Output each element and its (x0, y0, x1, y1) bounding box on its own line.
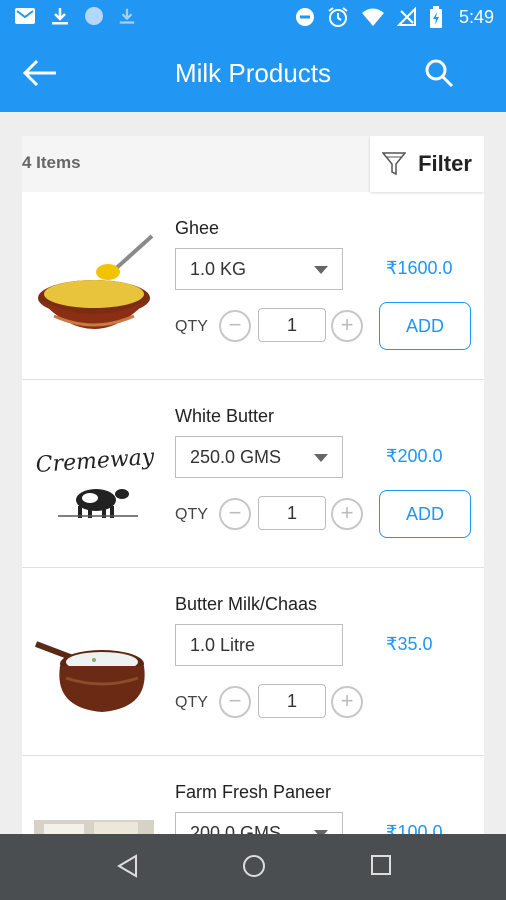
variant-field: 1.0 Litre (175, 624, 343, 666)
cremeway-logo-image: Cremeway (35, 445, 154, 518)
product-price: ₹200.0 (386, 446, 443, 466)
brand-logo-text: Cremeway (35, 445, 154, 478)
filter-funnel-icon (382, 152, 407, 176)
variant-dropdown[interactable]: 250.0 GMS (175, 436, 343, 478)
product-card-white-butter: Cremeway White Butter 250.0 GMS ₹200.0 Q… (22, 380, 484, 568)
qty-label: QTY (175, 694, 208, 711)
home-circle-icon[interactable] (242, 854, 266, 878)
variant-dropdown[interactable]: 200.0 GMS (175, 812, 343, 834)
decrement-button[interactable]: − (219, 310, 251, 342)
battery-icon (429, 6, 442, 28)
circle-icon (85, 7, 103, 25)
chaas-pot-image (34, 641, 145, 712)
paneer-image (34, 820, 154, 834)
variant-dropdown[interactable]: 1.0 KG (175, 248, 343, 290)
chevron-down-icon (314, 266, 328, 274)
product-price: ₹1600.0 (386, 258, 453, 278)
product-card-ghee: Ghee 1.0 KG ₹1600.0 QTY − 1 + ADD (22, 192, 484, 380)
filter-label: Filter (418, 151, 472, 176)
ghee-bowl-image (38, 234, 154, 329)
download-icon (52, 8, 68, 25)
product-list-panel: 4 Items Filter Ghee 1.0 KG ₹1600.0 QTY −… (22, 136, 484, 834)
product-card-butter-milk: Butter Milk/Chaas 1.0 Litre ₹35.0 QTY − … (22, 568, 484, 756)
no-signal-icon (396, 7, 416, 26)
items-count: 4 Items (22, 153, 81, 172)
variant-value: 1.0 Litre (190, 635, 256, 655)
gmail-icon (15, 8, 35, 24)
variant-value: 200.0 GMS (190, 823, 282, 834)
status-bar: 5:49 (0, 0, 506, 34)
decrement-button[interactable]: − (219, 686, 251, 718)
variant-value: 250.0 GMS (190, 447, 282, 467)
list-toolbar: 4 Items Filter (22, 136, 484, 192)
search-icon[interactable] (424, 58, 454, 88)
quantity-input[interactable]: 1 (258, 308, 326, 342)
status-time: 5:49 (458, 6, 494, 27)
product-name: Farm Fresh Paneer (175, 782, 332, 802)
chevron-down-icon (314, 454, 328, 462)
product-price: ₹100.0 (386, 822, 443, 834)
product-name: Ghee (175, 218, 220, 238)
product-name: Butter Milk/Chaas (175, 594, 318, 614)
add-to-cart-button[interactable]: ADD (379, 302, 471, 350)
do-not-disturb-icon (295, 8, 314, 26)
quantity-input[interactable]: 1 (258, 496, 326, 530)
download-faded-icon (119, 8, 135, 24)
decrement-button[interactable]: − (219, 498, 251, 530)
recents-square-icon[interactable] (370, 854, 392, 876)
qty-label: QTY (175, 318, 208, 335)
product-card-paneer: Farm Fresh Paneer 200.0 GMS ₹100.0 (22, 756, 484, 834)
system-nav-bar (0, 834, 506, 900)
back-triangle-icon[interactable] (116, 854, 138, 878)
product-name: White Butter (175, 406, 275, 426)
increment-button[interactable]: + (331, 310, 363, 342)
alarm-icon (328, 7, 348, 27)
qty-label: QTY (175, 506, 208, 523)
product-price: ₹35.0 (386, 634, 433, 654)
increment-button[interactable]: + (331, 498, 363, 530)
filter-button[interactable]: Filter (370, 136, 484, 192)
app-bar: Milk Products (0, 34, 506, 112)
variant-value: 1.0 KG (190, 259, 247, 279)
quantity-input[interactable]: 1 (258, 684, 326, 718)
add-to-cart-button[interactable]: ADD (379, 490, 471, 538)
wifi-icon (361, 8, 384, 26)
increment-button[interactable]: + (331, 686, 363, 718)
